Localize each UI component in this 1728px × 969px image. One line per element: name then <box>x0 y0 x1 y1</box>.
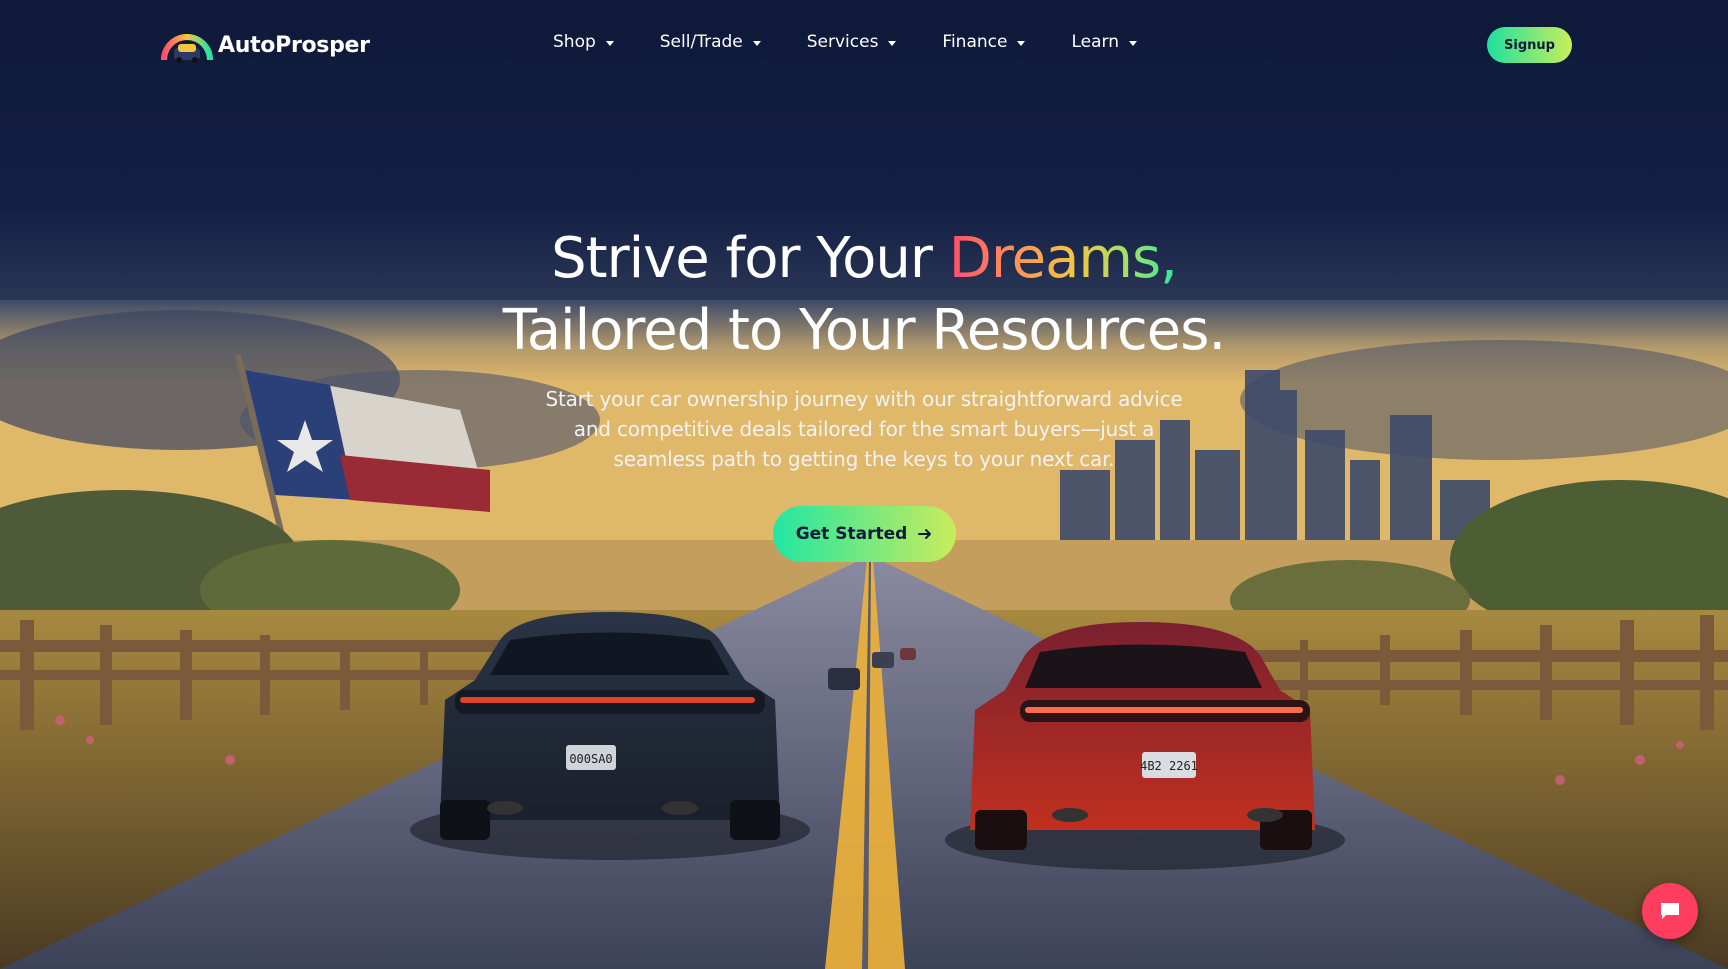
get-started-label: Get Started <box>795 524 908 544</box>
nav-sell-trade[interactable]: Sell/Trade <box>660 32 761 52</box>
signup-button[interactable]: Signup <box>1487 27 1572 63</box>
brand-logo[interactable]: AutoProsper <box>160 26 370 64</box>
speedometer-car-logo-icon <box>161 34 213 63</box>
nav-sell-trade-label: Sell/Trade <box>659 32 743 52</box>
left-car-plate: 000SA0 <box>569 752 612 766</box>
top-navigation-bar: AutoProsper Shop Sell/Trade Services Fin… <box>0 0 1728 92</box>
nav-services[interactable]: Services <box>807 32 897 52</box>
nav-shop-label: Shop <box>553 32 596 52</box>
get-started-button[interactable]: Get Started <box>773 506 956 562</box>
hero-headline-line2: Tailored to Your Resources. <box>502 298 1226 363</box>
chat-button[interactable] <box>1642 883 1698 939</box>
hero-background-illustration: 000SA0 4B2 2261 <box>0 0 1728 969</box>
nav-learn-label: Learn <box>1071 32 1119 52</box>
chevron-down-icon <box>752 40 761 46</box>
hero-headline-highlight: Dreams, <box>948 226 1178 291</box>
nav-services-label: Services <box>806 32 879 52</box>
main-nav: Shop Sell/Trade Services Finance Learn <box>553 32 1183 52</box>
hero-headline-part1: Strive for Your <box>551 226 949 291</box>
right-car-plate: 4B2 2261 <box>1140 759 1198 773</box>
nav-shop[interactable]: Shop <box>553 32 614 52</box>
chevron-down-icon <box>1128 40 1137 46</box>
arrow-right-icon <box>918 529 932 539</box>
chat-bubble-icon <box>1661 903 1679 919</box>
hero-section: 000SA0 4B2 2261 AutoProsper Shop Sell/Tr… <box>0 0 1728 969</box>
chevron-down-icon <box>888 40 897 46</box>
hero-headline-line1: Strive for Your Dreams, <box>0 223 1728 295</box>
hero-subtext: Start your car ownership journey with ou… <box>545 387 1183 471</box>
chevron-down-icon <box>605 40 614 46</box>
nav-learn[interactable]: Learn <box>1071 32 1137 52</box>
nav-finance-label: Finance <box>942 32 1008 52</box>
nav-finance[interactable]: Finance <box>942 32 1026 52</box>
chevron-down-icon <box>1017 40 1026 46</box>
brand-name: AutoProsper <box>218 32 370 58</box>
